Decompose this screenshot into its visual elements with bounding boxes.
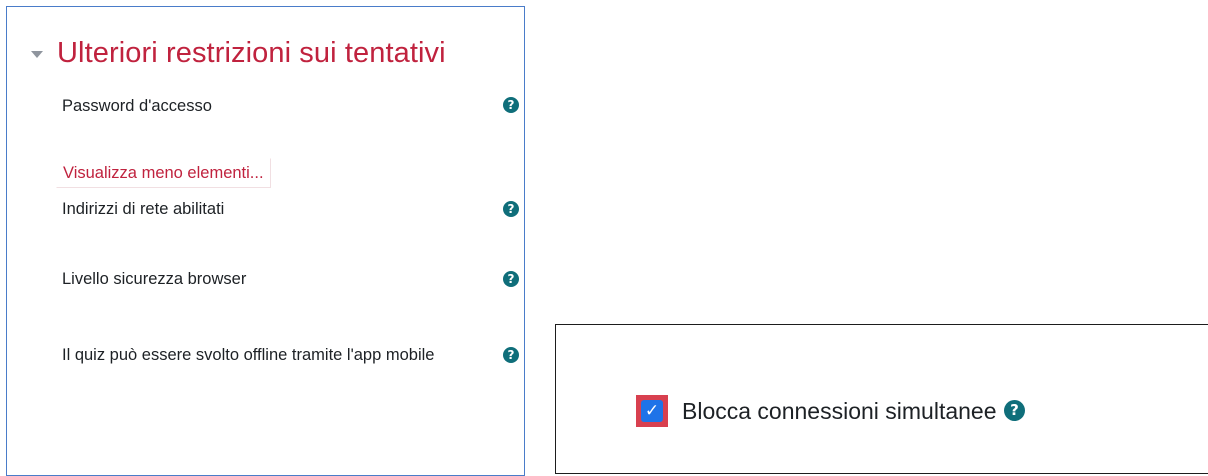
help-icon[interactable]: ? [503,97,519,113]
offline-label: Il quiz può essere svolto offline tramit… [62,346,435,364]
help-icon[interactable]: ? [1004,400,1025,421]
check-icon: ✓ [644,400,660,421]
browser-security-label: Livello sicurezza browser [62,270,247,288]
show-less-link[interactable]: Visualizza meno elementi... [56,158,271,188]
block-concurrent-label[interactable]: Blocca connessioni simultanee [682,395,997,427]
section-title[interactable]: Ulteriori restrizioni sui tentativi [57,37,446,70]
block-concurrent-checkbox[interactable]: ✓ [641,400,663,422]
help-icon[interactable]: ? [503,201,519,217]
network-label: Indirizzi di rete abilitati [62,200,225,218]
settings-panel: Ulteriori restrizioni sui tentativi Pass… [6,6,525,476]
section-header[interactable]: Ulteriori restrizioni sui tentativi [31,27,446,79]
help-icon[interactable]: ? [503,271,519,287]
caret-down-icon[interactable] [31,50,43,58]
help-icon[interactable]: ? [503,347,519,363]
zoom-callout: ✓ Blocca connessioni simultanee ? [555,324,1208,474]
checkbox-highlight: ✓ [636,395,668,427]
password-label: Password d'accesso [62,97,212,115]
